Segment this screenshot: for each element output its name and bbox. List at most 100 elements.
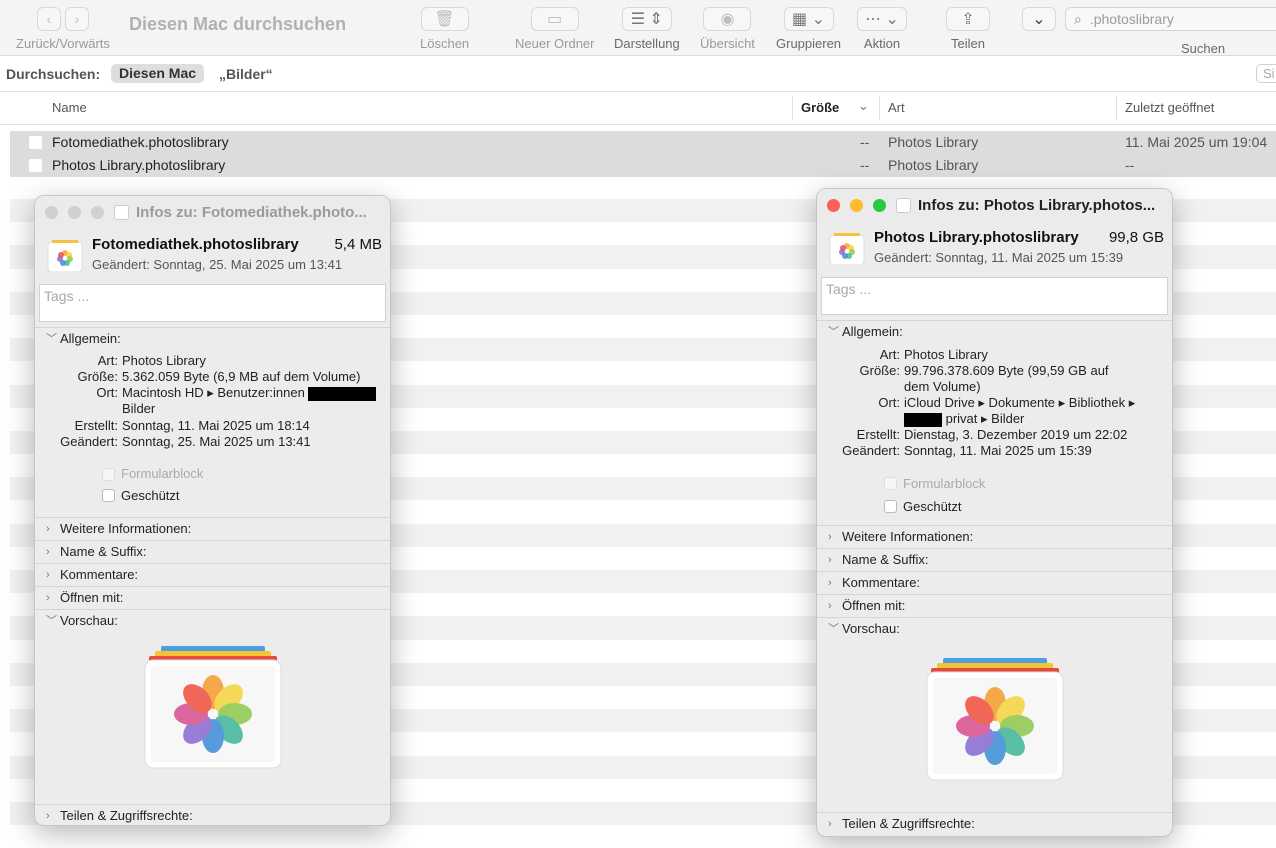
file-list: Fotomediathek.photoslibrary -- Photos Li… [10, 131, 1276, 178]
title-bar: Infos zu: Fotomediathek.photo... [35, 196, 390, 230]
section-open-with[interactable]: › Öffnen mit: [817, 594, 1172, 617]
share-item[interactable]: ⇪ Teilen [946, 7, 990, 51]
section-preview[interactable]: ﹀ Vorschau: [817, 617, 1172, 640]
scope-pictures[interactable]: „Bilder“ [219, 66, 273, 82]
section-general[interactable]: ﹀ Allgemein: [817, 320, 1172, 343]
sort-chevron-icon[interactable]: ⌄ [858, 98, 869, 114]
chevron-right-icon: › [828, 554, 832, 566]
minimize-button[interactable] [68, 206, 81, 219]
general-details: Art: Photos Library Größe: 5.362.059 Byt… [35, 350, 390, 481]
section-more-info[interactable]: › Weitere Informationen: [817, 525, 1172, 548]
section-preview[interactable]: ﹀ Vorschau: [35, 609, 390, 632]
quicklook-button[interactable]: ◉ [703, 7, 752, 31]
section-general[interactable]: ﹀ Allgemein: [35, 327, 390, 350]
chevron-down-icon: ﹀ [828, 326, 839, 338]
table-row[interactable]: Fotomediathek.photoslibrary -- Photos Li… [10, 131, 1276, 155]
new-folder-button[interactable]: ▭ [530, 7, 579, 31]
photos-library-icon [28, 158, 43, 174]
where-value-cont: Bilder [122, 401, 156, 416]
checkbox-box [884, 500, 897, 513]
file-name: Fotomediathek.photoslibrary [92, 236, 299, 253]
section-open-with[interactable]: › Öffnen mit: [35, 586, 390, 609]
action-button[interactable]: ⋯ ⌄ [857, 7, 907, 31]
list-view-icon: ☰ ⇕ [630, 11, 663, 28]
close-button[interactable] [827, 199, 840, 212]
section-comments[interactable]: › Kommentare: [35, 563, 390, 586]
info-header: Fotomediathek.photoslibrary 5,4 MB Geänd… [35, 230, 390, 284]
view-item[interactable]: ☰ ⇕ Darstellung [614, 7, 680, 51]
column-divider[interactable] [1116, 96, 1117, 120]
column-divider[interactable] [879, 96, 880, 120]
group-button[interactable]: ▦ ⌄ [783, 7, 834, 31]
chevron-right-icon: › [828, 600, 832, 612]
section-more-info[interactable]: › Weitere Informationen: [35, 517, 390, 540]
modified-key: Geändert: [842, 443, 900, 458]
tags-field[interactable]: Tags ... [39, 284, 386, 322]
search-value: .photoslibrary [1089, 11, 1174, 27]
file-size: -- [860, 134, 870, 150]
scope-this-mac[interactable]: Diesen Mac [111, 64, 205, 83]
column-size[interactable]: Größe [801, 100, 839, 115]
file-name: Photos Library.photoslibrary [52, 157, 226, 174]
section-sharing-permissions[interactable]: › Teilen & Zugriffsrechte: [817, 812, 1172, 835]
overflow-button[interactable]: ⌄ [1022, 7, 1056, 31]
search-input[interactable]: ⌕ .photoslibrary [1065, 7, 1276, 31]
stationery-checkbox[interactable]: Formularblock [884, 476, 985, 491]
quicklook-item[interactable]: ◉ Übersicht [700, 7, 755, 51]
tags-field[interactable]: Tags ... [821, 277, 1168, 315]
table-row[interactable]: Photos Library.photoslibrary -- Photos L… [10, 154, 1276, 178]
column-divider[interactable] [792, 96, 793, 120]
section-sharing-permissions[interactable]: › Teilen & Zugriffsrechte: [35, 804, 390, 825]
group-item[interactable]: ▦ ⌄ Gruppieren [776, 7, 841, 51]
window-title: Infos zu: Photos Library.photos... [918, 197, 1156, 214]
modified-value: Sonntag, 11. Mai 2025 um 15:39 [904, 443, 1092, 458]
zoom-button[interactable] [873, 199, 886, 212]
share-button[interactable]: ⇪ [946, 7, 990, 31]
minimize-button[interactable] [850, 199, 863, 212]
new-folder-item[interactable]: ▭ Neuer Ordner [515, 7, 594, 51]
preview-area [817, 640, 1172, 812]
where-key: Ort: [878, 395, 900, 410]
column-kind[interactable]: Art [888, 100, 905, 115]
column-last-opened[interactable]: Zuletzt geöffnet [1125, 100, 1214, 115]
section-label: Öffnen mit: [842, 598, 906, 613]
chevron-right-icon: › [828, 577, 832, 589]
size-key: Größe: [859, 363, 900, 378]
delete-button[interactable]: 🗑 [420, 7, 469, 31]
section-comments[interactable]: › Kommentare: [817, 571, 1172, 594]
back-button[interactable]: ‹ [36, 7, 61, 31]
locked-checkbox[interactable]: Geschützt [884, 499, 962, 514]
scope-label: Durchsuchen: [6, 66, 101, 82]
photos-icon [47, 240, 83, 272]
section-name-extension[interactable]: › Name & Suffix: [35, 540, 390, 563]
view-button[interactable]: ☰ ⇕ [621, 7, 672, 31]
quicklook-label: Übersicht [700, 36, 755, 51]
save-search-button[interactable]: Si [1256, 64, 1276, 83]
overflow-item[interactable]: ⌄ [1022, 7, 1056, 31]
section-name-extension[interactable]: › Name & Suffix: [817, 548, 1172, 571]
photos-preview-icon [926, 658, 1064, 781]
chevron-right-icon: › [46, 592, 50, 604]
size-value: 5.362.059 Byte (6,9 MB auf dem Volume) [122, 369, 361, 384]
locked-label: Geschützt [903, 499, 962, 514]
close-button[interactable] [45, 206, 58, 219]
section-label: Vorschau: [60, 613, 118, 628]
delete-item[interactable]: 🗑 Löschen [420, 7, 469, 51]
file-kind: Photos Library [888, 157, 979, 174]
action-label: Aktion [863, 36, 901, 51]
window-title: Diesen Mac durchsuchen [129, 14, 347, 34]
column-name[interactable]: Name [52, 100, 87, 115]
locked-row: Geschützt [35, 471, 390, 517]
info-window-photos-library: Infos zu: Photos Library.photos... Photo… [816, 188, 1173, 837]
checkbox-area: Formularblock Geschützt [817, 473, 1172, 521]
zoom-button[interactable] [91, 206, 104, 219]
forward-button[interactable]: › [64, 7, 89, 31]
locked-checkbox[interactable]: Geschützt [102, 488, 180, 503]
window-title: Infos zu: Fotomediathek.photo... [136, 204, 367, 221]
action-item[interactable]: ⋯ ⌄ Aktion [857, 7, 907, 51]
nav-label: Zurück/Vorwärts [16, 36, 110, 51]
locked-label: Geschützt [121, 488, 180, 503]
file-name: Photos Library.photoslibrary [874, 229, 1079, 246]
checkbox-box [884, 477, 897, 490]
section-label: Öffnen mit: [60, 590, 124, 605]
